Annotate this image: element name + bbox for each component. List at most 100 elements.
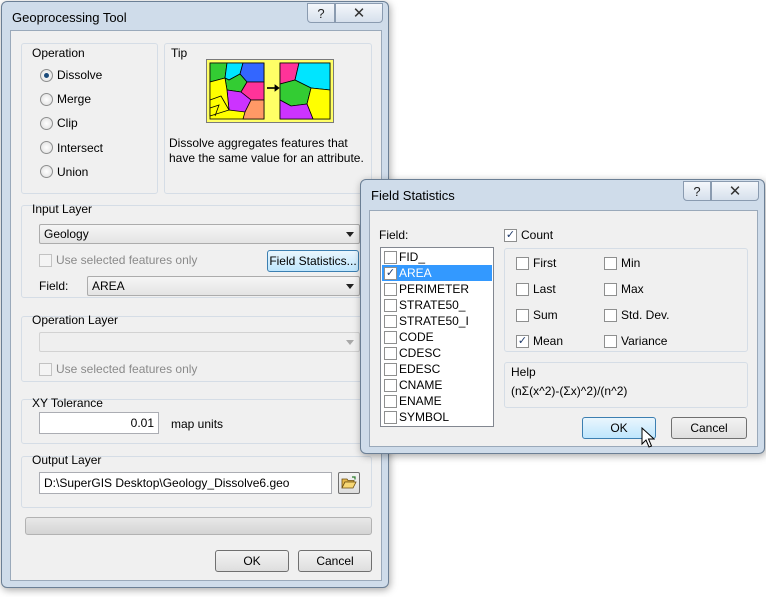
checkbox-icon[interactable] [384,282,397,296]
checkbox-icon[interactable] [384,362,397,376]
field-list-item-label: CNAME [399,378,443,392]
geo-titlebar[interactable]: Geoprocessing Tool ? ✕ [2,2,388,32]
geo-cancel-button[interactable]: Cancel [298,550,372,572]
stats-field-label: Field: [379,228,409,242]
checkbox-icon[interactable] [384,330,397,344]
radio-icon [40,141,53,155]
operation-option-label: Intersect [57,140,104,155]
geo-help-button[interactable]: ? [307,3,335,23]
field-list-item[interactable]: EDESC [382,361,492,377]
field-list-item-label: PERIMETER [399,282,470,296]
field-list-item[interactable]: STRATE50_ [382,297,492,313]
geo-ok-label: OK [243,554,261,568]
field-list-item-label: AREA [399,266,432,280]
operation-option-label: Dissolve [57,68,103,82]
operation-radio-union[interactable]: Union [40,165,88,179]
radio-icon [40,116,53,130]
stat-checkbox-last[interactable]: Last [516,282,556,296]
field-list-item[interactable]: ✓ AREA [382,265,492,281]
input-layer-combo[interactable]: Geology [39,224,360,244]
field-list-item[interactable]: ENAME [382,393,492,409]
xy-tolerance-label: XY Tolerance [32,396,103,410]
stats-cancel-label: Cancel [690,421,728,435]
field-list-item[interactable]: CDESC [382,345,492,361]
count-checkbox[interactable]: ✓ Count [504,228,553,242]
operation-use-selected-checkbox[interactable]: Use selected features only [39,362,197,376]
field-list-item[interactable]: FID_ [382,249,492,265]
operation-radio-merge[interactable]: Merge [40,92,91,106]
field-statistics-window: Field Statistics ? ✕ Field: FID_ ✓ AREA PER… [360,179,765,454]
stat-checkbox-min[interactable]: Min [604,256,640,270]
output-path-input[interactable]: D:\SuperGIS Desktop\Geology_Dissolve6.ge… [39,472,332,494]
output-path-value: D:\SuperGIS Desktop\Geology_Dissolve6.ge… [44,476,290,490]
help-label: Help [511,365,536,379]
stat-checkbox-std-dev[interactable]: Std. Dev. [604,308,669,322]
field-list-item[interactable]: CNAME [382,377,492,393]
operation-radio-intersect[interactable]: Intersect [40,141,103,155]
checkbox-icon[interactable] [384,298,397,312]
input-use-selected-checkbox[interactable]: Use selected features only [39,253,197,267]
stat-label: Max [621,282,644,296]
stat-checkbox-first[interactable]: First [516,256,556,270]
checkbox-icon: ✓ [504,228,517,242]
checkbox-icon [516,308,529,322]
input-layer-value: Geology [44,227,89,241]
checkbox-icon[interactable] [384,346,397,360]
checkbox-icon[interactable]: ✓ [384,266,397,280]
field-list-item-label: ENAME [399,394,442,408]
checkbox-icon [604,256,617,270]
field-list-item[interactable]: STRATE50_I [382,313,492,329]
operation-radio-dissolve[interactable]: Dissolve [40,68,102,82]
field-combo[interactable]: AREA [87,276,360,296]
help-formula: (nΣ(x^2)-(Σx)^2)/(n^2) [511,384,628,398]
stats-cancel-button[interactable]: Cancel [671,417,747,439]
radio-icon [40,92,53,106]
checkbox-icon[interactable] [384,250,397,264]
help-icon: ? [693,183,701,199]
checkbox-icon[interactable] [384,314,397,328]
geo-window-title: Geoprocessing Tool [12,10,127,25]
stats-help-button[interactable]: ? [683,181,711,201]
xy-tolerance-input[interactable]: 0.01 [39,412,159,434]
chevron-down-icon [346,232,354,237]
field-statistics-button[interactable]: Field Statistics... [267,250,359,272]
checkbox-icon [516,282,529,296]
stat-label: Std. Dev. [621,308,670,322]
stats-titlebar[interactable]: Field Statistics ? ✕ [361,180,764,210]
stat-checkbox-mean[interactable]: ✓ Mean [516,334,563,348]
field-list-item-label: EDESC [399,362,441,376]
field-list-item[interactable]: CODE [382,329,492,345]
input-use-selected-label: Use selected features only [56,253,198,267]
field-list-item[interactable]: PERIMETER [382,281,492,297]
checkbox-icon[interactable] [384,394,397,408]
checkbox-icon [39,362,52,376]
stat-checkbox-variance[interactable]: Variance [604,334,667,348]
input-layer-label: Input Layer [32,202,93,216]
checkbox-icon [604,308,617,322]
stat-label: Sum [533,308,558,322]
stat-checkbox-sum[interactable]: Sum [516,308,558,322]
stat-checkbox-max[interactable]: Max [604,282,644,296]
operation-layer-combo[interactable] [39,332,360,352]
operation-radio-clip[interactable]: Clip [40,116,78,130]
dissolve-illustration [206,59,334,123]
geo-close-button[interactable]: ✕ [335,3,383,23]
tip-description: Dissolve aggregates features that have t… [169,136,364,165]
geo-ok-button[interactable]: OK [215,550,289,572]
operation-use-selected-label: Use selected features only [56,362,198,376]
chevron-down-icon [346,284,354,289]
field-list-item-label: STRATE50_ [399,298,466,312]
mouse-cursor-icon [641,427,655,448]
field-list-item-label: FID_ [399,250,426,264]
geoprocessing-window: Geoprocessing Tool ? ✕ Operation Dissolv… [1,1,389,588]
stat-label: First [533,256,557,270]
operation-layer-label: Operation Layer [32,313,119,327]
checkbox-icon [604,334,617,348]
checkbox-icon[interactable] [384,378,397,392]
field-list-item[interactable]: SYMBOL [382,409,492,425]
stats-close-button[interactable]: ✕ [711,181,759,201]
field-list[interactable]: FID_ ✓ AREA PERIMETER STRATE50_ STRATE50_I COD… [380,247,494,427]
field-list-item-label: CODE [399,330,434,344]
checkbox-icon[interactable] [384,410,397,424]
browse-folder-button[interactable] [338,472,360,494]
